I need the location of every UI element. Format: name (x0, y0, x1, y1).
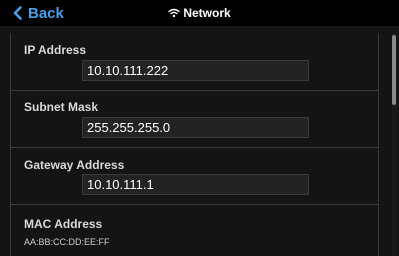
gateway-address-field[interactable]: 10.10.111.1 (82, 174, 309, 195)
mac-address-value: AA:BB:CC:DD:EE:FF (24, 237, 110, 247)
subnet-mask-field[interactable]: 255.255.255.0 (82, 117, 309, 138)
top-bar: Back Network (0, 0, 399, 26)
subnet-mask-label: Subnet Mask (24, 100, 99, 114)
gateway-address-label: Gateway Address (24, 158, 125, 172)
mac-address-label: MAC Address (24, 217, 103, 231)
scrollbar-thumb[interactable] (392, 35, 396, 105)
ip-address-field[interactable]: 10.10.111.222 (82, 60, 309, 81)
left-border (10, 33, 11, 256)
divider (10, 147, 379, 148)
page-title-text: Network (183, 6, 231, 20)
divider (10, 90, 379, 91)
page-title: Network (0, 5, 399, 21)
ip-address-label: IP Address (24, 43, 87, 57)
wifi-icon (168, 8, 181, 18)
right-border (378, 33, 379, 256)
network-settings-screen: Back Network IP Address 10.10.111.222 Su… (0, 0, 399, 256)
divider (10, 204, 379, 205)
